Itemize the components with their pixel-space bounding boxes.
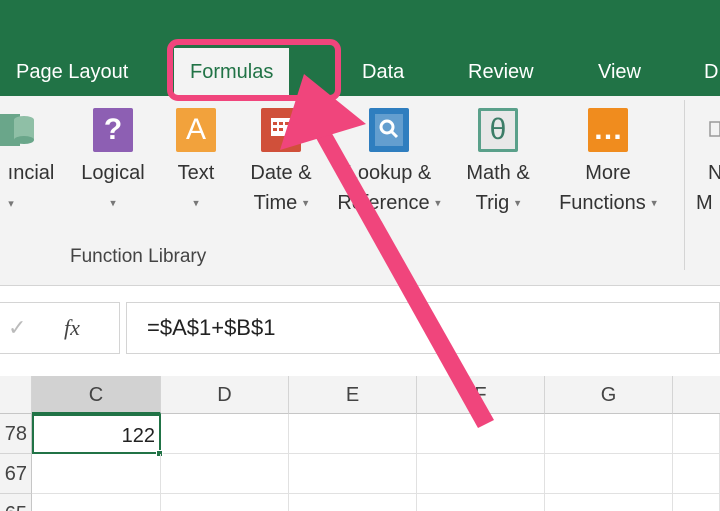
formula-bar: ✓ fx =$A$1+$B$1 bbox=[0, 286, 720, 372]
column-header-c[interactable]: C bbox=[32, 376, 161, 414]
math-trig-icon: θ bbox=[478, 108, 518, 152]
text-label: Text bbox=[177, 162, 215, 184]
cell-h1[interactable] bbox=[673, 414, 720, 454]
date-time-label-1: Date & bbox=[250, 162, 312, 184]
column-header-e[interactable]: E bbox=[289, 376, 417, 414]
logical-caret: ▾ bbox=[110, 197, 116, 210]
row-value-partial: 67 bbox=[0, 454, 32, 494]
logical-icon: ? bbox=[93, 108, 133, 152]
cell-c3[interactable] bbox=[32, 494, 161, 511]
cell-f2[interactable] bbox=[417, 454, 545, 494]
cell-h2[interactable] bbox=[673, 454, 720, 494]
text-button[interactable]: A Text ▾ bbox=[168, 108, 224, 219]
more-functions-icon: … bbox=[588, 108, 628, 152]
ribbon-tab-bar: Page Layout Formulas Data Review View D bbox=[0, 0, 720, 96]
lookup-reference-icon bbox=[369, 108, 409, 152]
lookup-label-2: Reference bbox=[337, 192, 430, 214]
tab-review[interactable]: Review bbox=[468, 56, 534, 88]
lookup-label-1: Lookup & bbox=[346, 162, 432, 184]
more-functions-label-1: More bbox=[585, 162, 631, 184]
cell-c1[interactable]: 122 bbox=[32, 414, 161, 454]
more-functions-label-2: Functions bbox=[559, 192, 646, 214]
math-trig-caret: ▾ bbox=[514, 197, 521, 210]
cell-f3[interactable] bbox=[417, 494, 545, 511]
cell-e2[interactable] bbox=[289, 454, 417, 494]
cell-h3[interactable] bbox=[673, 494, 720, 511]
tab-data[interactable]: Data bbox=[362, 56, 404, 88]
financial-icon bbox=[0, 108, 38, 152]
math-trig-label-1: Math & bbox=[466, 162, 530, 184]
text-caret: ▾ bbox=[193, 197, 199, 210]
text-icon: A bbox=[176, 108, 216, 152]
financial-caret: ▾ bbox=[8, 197, 14, 210]
name-manager-label-1: N bbox=[708, 162, 720, 184]
formula-input[interactable]: =$A$1+$B$1 bbox=[126, 302, 720, 354]
cell-f1[interactable] bbox=[417, 414, 545, 454]
math-trig-button[interactable]: θ Math & Trig ▾ bbox=[454, 108, 542, 219]
row-value-partial: 78 bbox=[0, 414, 32, 454]
cell-e1[interactable] bbox=[289, 414, 417, 454]
more-functions-caret: ▾ bbox=[651, 197, 657, 210]
tab-formulas[interactable]: Formulas bbox=[174, 48, 290, 96]
financial-button[interactable]: ıncial ▾ bbox=[0, 108, 66, 219]
date-time-label-2: Time bbox=[253, 192, 298, 214]
enter-check-icon[interactable]: ✓ bbox=[8, 315, 26, 341]
lookup-reference-button[interactable]: Lookup & Reference ▾ bbox=[328, 108, 450, 219]
column-header-next[interactable] bbox=[673, 376, 720, 414]
name-manager-label-2: M bbox=[696, 192, 713, 214]
lookup-caret: ▾ bbox=[435, 197, 441, 210]
insert-function-icon[interactable]: fx bbox=[64, 315, 80, 341]
logical-label: Logical bbox=[81, 162, 145, 184]
name-manager-icon bbox=[700, 108, 720, 152]
column-header-g[interactable]: G bbox=[545, 376, 673, 414]
formula-bar-buttons: ✓ fx bbox=[0, 302, 120, 354]
math-trig-label-2: Trig bbox=[475, 192, 510, 214]
name-manager-button[interactable]: N M bbox=[696, 108, 720, 218]
tab-view[interactable]: View bbox=[598, 56, 641, 88]
cell-d1[interactable] bbox=[161, 414, 289, 454]
date-time-caret: ▾ bbox=[302, 197, 309, 210]
cell-g1[interactable] bbox=[545, 414, 673, 454]
group-separator bbox=[684, 100, 685, 270]
tab-developer-partial[interactable]: D bbox=[704, 56, 718, 88]
date-time-icon bbox=[261, 108, 301, 152]
ribbon-panel: ıncial ▾ ? Logical ▾ A Text ▾ Date & Tim… bbox=[0, 96, 720, 286]
tab-page-layout[interactable]: Page Layout bbox=[16, 56, 128, 88]
financial-label: ıncial bbox=[7, 162, 55, 184]
more-functions-button[interactable]: … More Functions ▾ bbox=[546, 108, 670, 219]
logical-button[interactable]: ? Logical ▾ bbox=[74, 108, 152, 219]
corner-header bbox=[0, 376, 32, 414]
cell-d2[interactable] bbox=[161, 454, 289, 494]
worksheet-grid: C D E F G 78 122 67 65 bbox=[0, 376, 720, 511]
row-value-partial: 65 bbox=[0, 494, 32, 511]
date-time-button[interactable]: Date & Time ▾ bbox=[238, 108, 324, 219]
column-header-f[interactable]: F bbox=[417, 376, 545, 414]
cell-e3[interactable] bbox=[289, 494, 417, 511]
column-header-d[interactable]: D bbox=[161, 376, 289, 414]
cell-g2[interactable] bbox=[545, 454, 673, 494]
function-library-group-label: Function Library bbox=[70, 246, 207, 267]
cell-d3[interactable] bbox=[161, 494, 289, 511]
cell-c2[interactable] bbox=[32, 454, 161, 494]
cell-g3[interactable] bbox=[545, 494, 673, 511]
